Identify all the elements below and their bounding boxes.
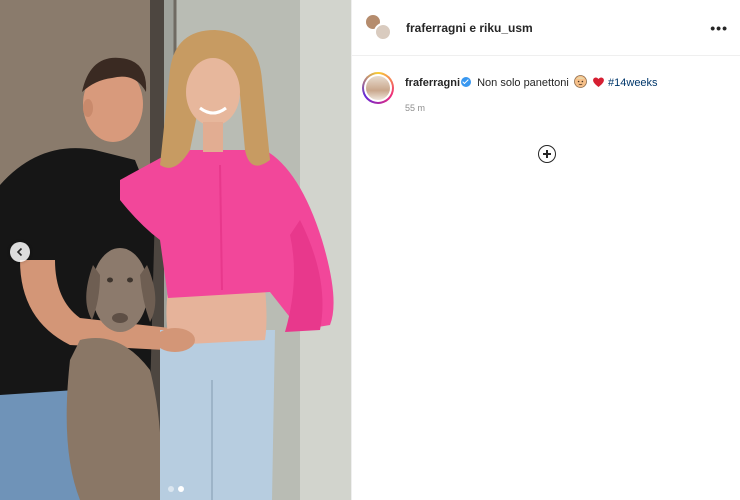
carousel-dot: [167, 486, 174, 492]
chevron-left-icon: [16, 247, 23, 257]
post-header: fraferragni e riku_usm •••: [352, 0, 740, 56]
baby-face-emoji: [573, 75, 587, 88]
caption-text-line: fraferragni Non solo panettoni #14weeks: [405, 75, 658, 91]
red-heart-emoji: [593, 77, 604, 87]
instagram-post: fraferragni e riku_usm ••• fraferragni N…: [0, 0, 740, 500]
story-ring-avatar[interactable]: [362, 72, 394, 104]
load-more-comments-button[interactable]: [538, 145, 556, 163]
hashtag-link[interactable]: #14weeks: [608, 77, 658, 89]
carousel-dot-active: [177, 486, 184, 492]
carousel-indicator: [0, 486, 351, 492]
avatar: [374, 22, 392, 41]
post-side-panel: fraferragni e riku_usm ••• fraferragni N…: [351, 0, 740, 500]
verified-badge-icon: [461, 77, 472, 87]
caption: fraferragni Non solo panettoni #14weeks …: [352, 56, 740, 113]
collab-avatars[interactable]: [364, 12, 394, 43]
post-timestamp: 55 m: [405, 103, 426, 113]
caption-text: Non solo panettoni: [477, 77, 569, 89]
photo-illustration: [0, 0, 351, 500]
avatar: [366, 76, 390, 100]
post-authors[interactable]: fraferragni e riku_usm: [406, 21, 533, 35]
carousel-previous-button[interactable]: [10, 242, 30, 262]
caption-username[interactable]: fraferragni: [405, 77, 460, 89]
more-horizontal-icon[interactable]: •••: [710, 20, 728, 36]
post-photo[interactable]: [0, 0, 351, 500]
